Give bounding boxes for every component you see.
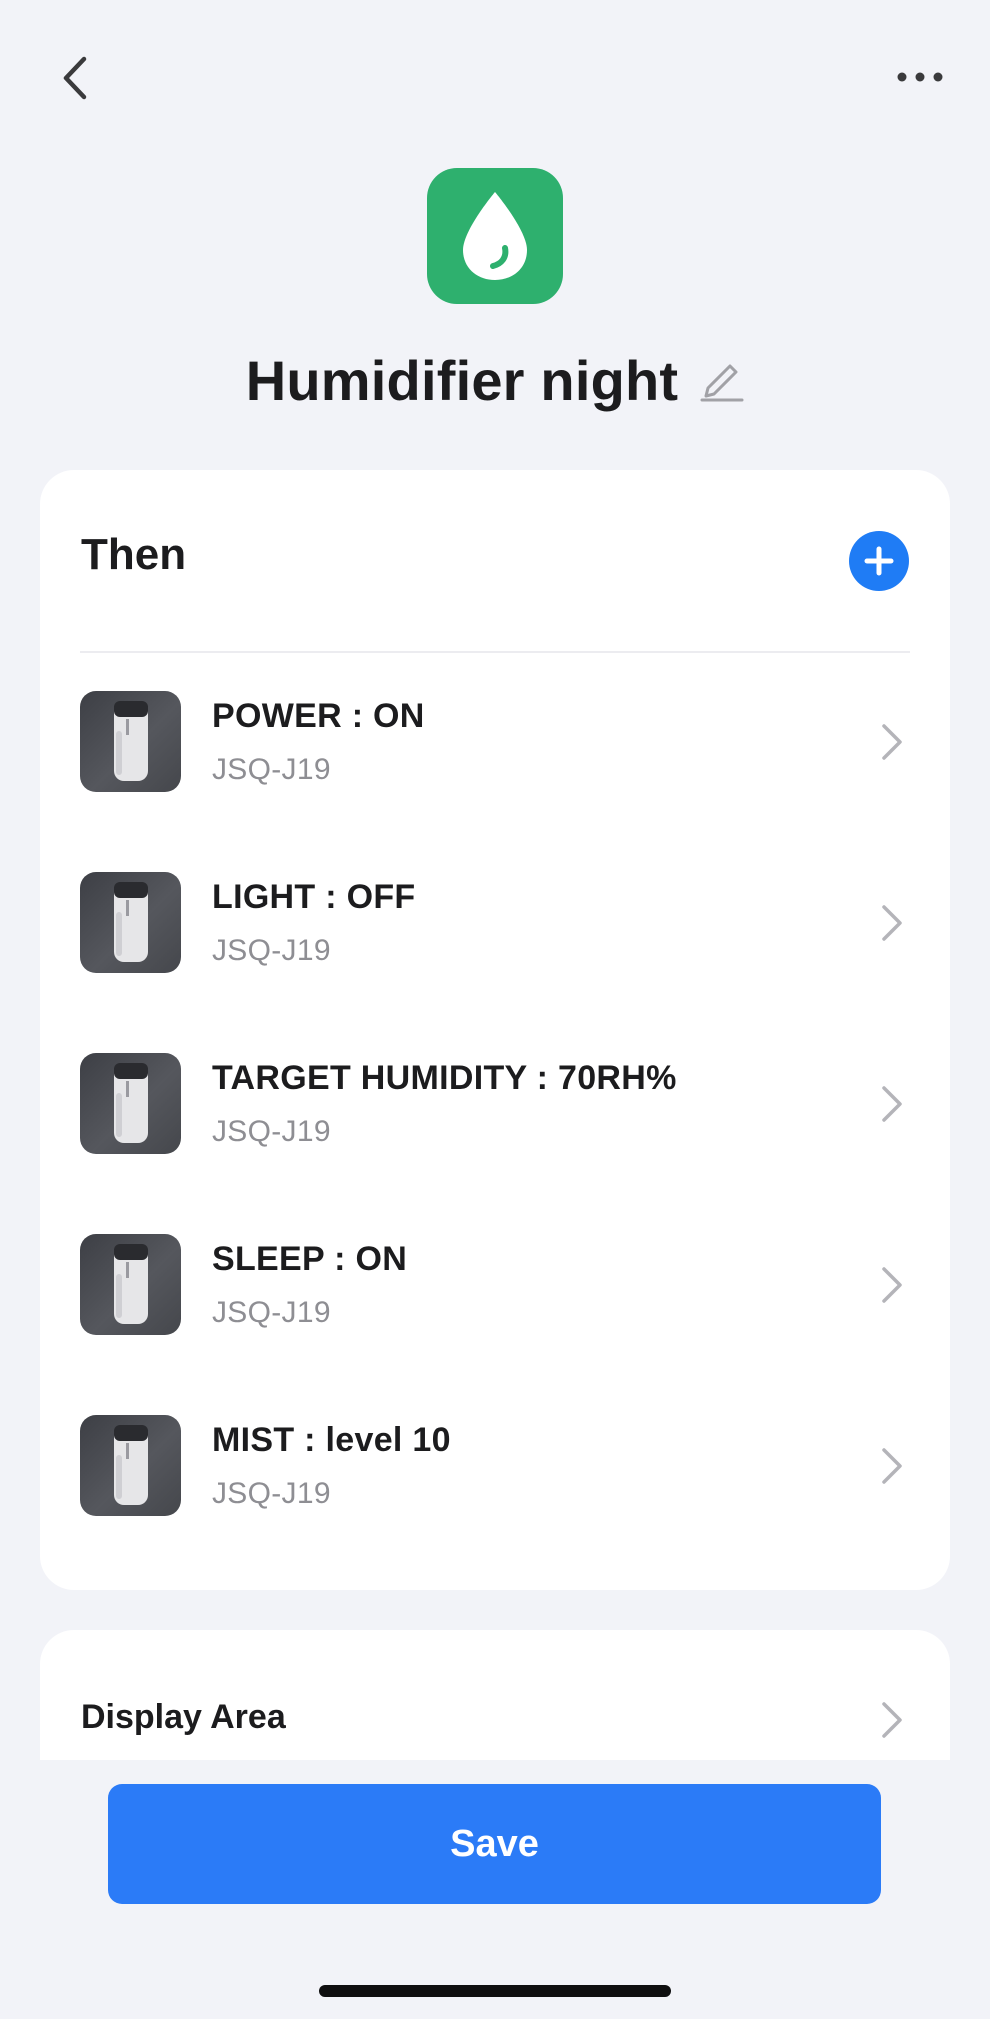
- action-title: LIGHT : OFF: [212, 878, 416, 916]
- humidifier-device-image: [80, 872, 181, 973]
- action-item-sleep[interactable]: SLEEP : ON JSQ-J19: [40, 1195, 950, 1376]
- top-bar: [0, 0, 990, 160]
- action-device: JSQ-J19: [212, 1115, 331, 1148]
- action-item-power[interactable]: POWER : ON JSQ-J19: [40, 652, 950, 833]
- then-header: Then: [40, 470, 950, 652]
- humidifier-device-image: [80, 1053, 181, 1154]
- pencil-icon: [700, 364, 744, 402]
- scene-title: Humidifier night: [245, 348, 679, 412]
- action-device: JSQ-J19: [212, 1296, 331, 1329]
- action-item-light[interactable]: LIGHT : OFF JSQ-J19: [40, 833, 950, 1014]
- chevron-right-icon: [882, 1702, 902, 1738]
- more-options-button[interactable]: [890, 55, 950, 99]
- then-label: Then: [81, 530, 187, 579]
- add-action-button[interactable]: [849, 531, 909, 591]
- humidifier-device-image: [80, 1415, 181, 1516]
- save-button[interactable]: Save: [108, 1784, 881, 1904]
- home-indicator: [319, 1985, 671, 1997]
- edit-title-button[interactable]: [700, 355, 744, 405]
- humidifier-device-image: [80, 691, 181, 792]
- chevron-right-icon: [882, 1448, 902, 1484]
- humidifier-device-image: [80, 1234, 181, 1335]
- action-device: JSQ-J19: [212, 753, 331, 786]
- chevron-right-icon: [882, 724, 902, 760]
- action-device: JSQ-J19: [212, 934, 331, 967]
- more-horizontal-icon: [897, 72, 943, 82]
- chevron-right-icon: [882, 1267, 902, 1303]
- plus-icon: [864, 546, 894, 576]
- chevron-left-icon: [63, 56, 87, 100]
- chevron-right-icon: [882, 1086, 902, 1122]
- water-drop-icon: [463, 192, 527, 280]
- scene-icon[interactable]: [427, 168, 563, 304]
- action-title: SLEEP : ON: [212, 1240, 408, 1278]
- display-area-label: Display Area: [81, 1698, 286, 1736]
- scene-title-row: Humidifier night: [0, 338, 990, 422]
- then-card: Then POWER : ON JSQ-J19 LIGHT: OFF JSQ-…: [40, 470, 950, 1590]
- action-item-target-humidity[interactable]: TARGET HUMIDITY : 70RH% JSQ-J19: [40, 1014, 950, 1195]
- action-title: TARGET HUMIDITY : 70RH%: [212, 1059, 677, 1097]
- action-item-mist[interactable]: MIST : level 10 JSQ-J19: [40, 1376, 950, 1557]
- action-title: MIST : level 10: [212, 1421, 451, 1459]
- back-button[interactable]: [50, 50, 100, 106]
- chevron-right-icon: [882, 905, 902, 941]
- display-area-card: Display Area: [40, 1630, 950, 1760]
- action-device: JSQ-J19: [212, 1477, 331, 1510]
- display-area-row[interactable]: Display Area: [40, 1630, 950, 1760]
- action-title: POWER : ON: [212, 697, 425, 735]
